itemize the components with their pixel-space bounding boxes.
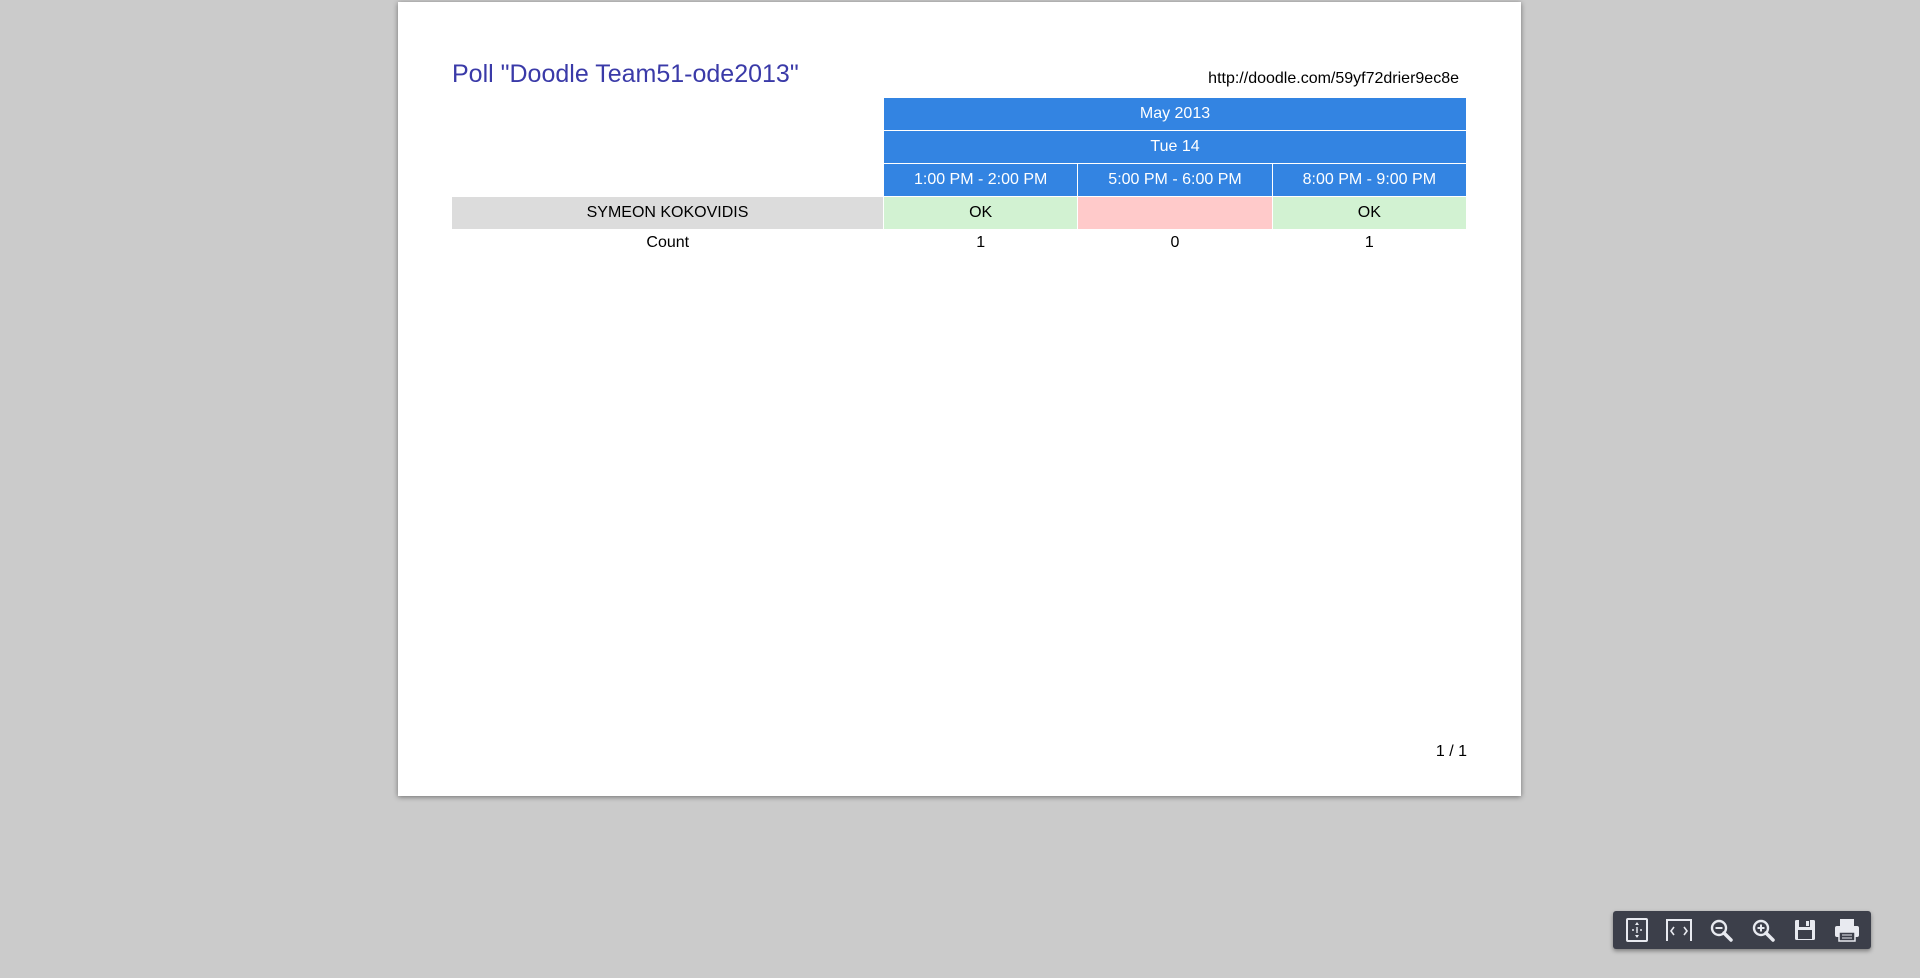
count-label: Count: [646, 234, 690, 251]
slot-header: 8:00 PM - 9:00 PM: [1271, 163, 1468, 197]
fit-page-button[interactable]: [1616, 911, 1658, 949]
print-icon: [1835, 919, 1859, 942]
response-cell-no: [1077, 196, 1273, 230]
count-value: 0: [1170, 234, 1180, 251]
response-cell-ok: OK: [882, 196, 1079, 230]
count-value: 1: [976, 234, 986, 251]
empty-header-cell: [452, 131, 884, 164]
fit-width-button[interactable]: [1658, 911, 1700, 949]
fit-page-icon: [1626, 918, 1648, 942]
slot-row: 1:00 PM - 2:00 PM 5:00 PM - 6:00 PM 8:00…: [452, 163, 1468, 197]
save-button[interactable]: [1784, 911, 1826, 949]
page-number: 1 / 1: [1435, 743, 1467, 760]
poll-url[interactable]: http://doodle.com/59yf72drier9ec8e: [1208, 70, 1459, 88]
empty-header-cell: [452, 164, 884, 197]
participant-row: SYMEON KOKOVIDIS OK OK: [452, 196, 1468, 230]
poll-table: May 2013 Tue 14 1:00 PM - 2:00 PM 5:00 P…: [452, 97, 1468, 257]
zoom-out-icon: [1710, 919, 1733, 942]
zoom-out-button[interactable]: [1700, 911, 1742, 949]
empty-header-cell: [452, 98, 884, 131]
response-cell-ok: OK: [1271, 196, 1468, 230]
participant-name: SYMEON KOKOVIDIS: [452, 196, 884, 230]
month-row: May 2013: [452, 97, 1467, 131]
poll-title: Poll "Doodle Team51-ode2013": [452, 60, 799, 88]
pdf-viewer: Poll "Doodle Team51-ode2013" http://dood…: [0, 0, 1920, 978]
count-row: Count 1 0 1: [452, 230, 1467, 257]
print-button[interactable]: [1826, 911, 1868, 949]
count-value: 1: [1364, 234, 1374, 251]
document-page: Poll "Doodle Team51-ode2013" http://dood…: [398, 2, 1521, 796]
viewer-toolbar: [1613, 911, 1871, 949]
save-icon: [1795, 920, 1815, 940]
fit-width-icon: [1666, 919, 1692, 941]
slot-header: 5:00 PM - 6:00 PM: [1077, 163, 1273, 197]
month-header: May 2013: [883, 97, 1467, 131]
zoom-in-icon: [1752, 919, 1775, 942]
day-header: Tue 14: [883, 130, 1467, 164]
day-row: Tue 14: [452, 130, 1467, 164]
zoom-in-button[interactable]: [1742, 911, 1784, 949]
slot-header: 1:00 PM - 2:00 PM: [882, 163, 1079, 197]
